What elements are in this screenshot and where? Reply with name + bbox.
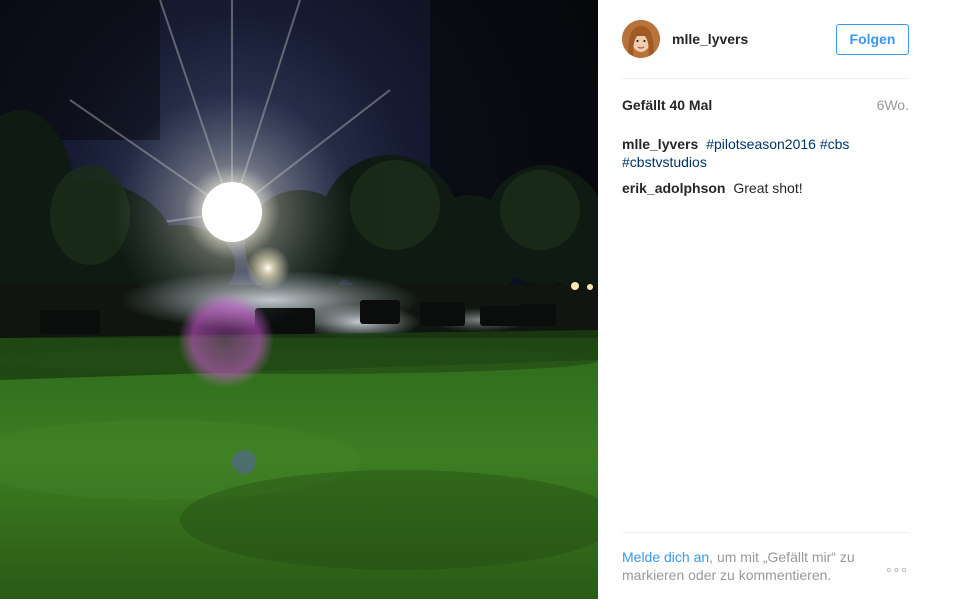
post-age[interactable]: 6Wo. <box>877 97 909 113</box>
post-sidebar: mlle_lyvers Folgen Gefällt 40 Mal 6Wo. m… <box>598 0 954 599</box>
avatar[interactable] <box>622 20 660 58</box>
comment-text: Great shot! <box>733 180 803 196</box>
likes-row: Gefällt 40 Mal 6Wo. <box>622 97 909 113</box>
comments-list: mlle_lyvers #pilotseason2016 #cbs #cbstv… <box>622 135 909 205</box>
ellipsis-icon[interactable]: ◦◦◦ <box>886 562 909 580</box>
hashtag-cbs[interactable]: #cbs <box>820 136 850 152</box>
follow-button[interactable]: Folgen <box>836 23 909 55</box>
avatar-image <box>622 20 660 58</box>
caption-username[interactable]: mlle_lyvers <box>622 136 698 152</box>
comment-username[interactable]: erik_adolphson <box>622 180 725 196</box>
post-dialog: mlle_lyvers Folgen Gefällt 40 Mal 6Wo. m… <box>0 0 954 599</box>
post-header: mlle_lyvers Folgen <box>622 0 909 79</box>
login-link[interactable]: Melde dich an <box>622 549 709 565</box>
login-prompt: Melde dich an, um mit „Gefällt mir“ zu m… <box>622 548 882 584</box>
login-footer: Melde dich an, um mit „Gefällt mir“ zu m… <box>622 532 909 584</box>
comment-item: erik_adolphson Great shot! <box>622 179 909 197</box>
hashtag-pilotseason2016[interactable]: #pilotseason2016 <box>706 136 816 152</box>
username-link[interactable]: mlle_lyvers <box>672 31 836 47</box>
night-scene-image <box>0 0 598 599</box>
likes-count[interactable]: Gefällt 40 Mal <box>622 97 712 113</box>
hashtag-cbstvstudios[interactable]: #cbstvstudios <box>622 154 707 170</box>
caption: mlle_lyvers #pilotseason2016 #cbs #cbstv… <box>622 135 909 171</box>
post-photo[interactable] <box>0 0 598 599</box>
